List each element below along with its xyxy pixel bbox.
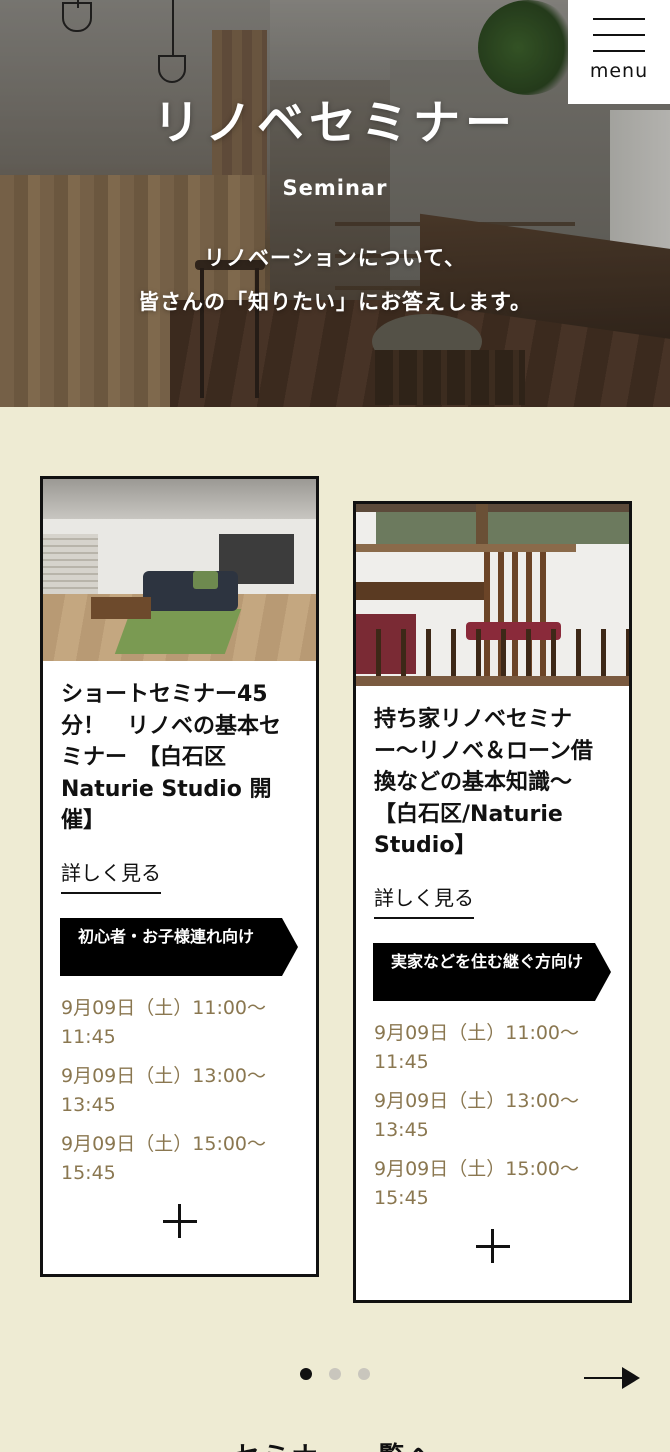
menu-label: menu — [589, 60, 649, 82]
audience-tag-label: 実家などを住む継ぐ方向け — [373, 942, 595, 1001]
seminar-card[interactable]: ショートセミナー45分！ リノベの基本セミナー 【白石区Naturie Stud… — [40, 476, 319, 1277]
hero-description-line: リノベーションについて、 — [204, 246, 466, 270]
arrow-right-icon[interactable] — [584, 1366, 640, 1390]
hamburger-icon — [593, 18, 645, 20]
pagination-dot-2[interactable] — [329, 1368, 341, 1380]
session-date[interactable]: 9月09日（土）11:00〜11:45 — [374, 1019, 629, 1077]
photo-beam — [356, 504, 629, 512]
plus-icon[interactable] — [475, 1228, 510, 1263]
audience-tag-label: 初心者・お子様連れ向け — [60, 917, 282, 976]
plus-icon[interactable] — [162, 1203, 197, 1238]
session-date[interactable]: 9月09日（土）11:00〜11:45 — [61, 994, 316, 1052]
seminar-card-title[interactable]: 持ち家リノベセミナー〜リノベ＆ローン借換などの基本知識〜【白石区/Naturie… — [356, 686, 629, 862]
session-date[interactable]: 9月09日（土）13:00〜13:45 — [374, 1087, 629, 1145]
menu-button[interactable]: menu — [568, 0, 670, 104]
seminar-card-title[interactable]: ショートセミナー45分！ リノベの基本セミナー 【白石区Naturie Stud… — [43, 661, 316, 837]
photo-sofa — [143, 571, 238, 611]
seminar-card-image[interactable] — [356, 504, 629, 686]
photo-floor — [356, 676, 629, 686]
hero-description: リノベーションについて、 皆さんの「知りたい」にお答えします。 — [0, 236, 670, 324]
session-date[interactable]: 9月09日（土）15:00〜15:45 — [61, 1130, 316, 1188]
session-dates: 9月09日（土）11:00〜11:45 9月09日（土）13:00〜13:45 … — [374, 1019, 629, 1213]
hamburger-icon-line — [593, 50, 645, 52]
photo-table — [356, 582, 486, 600]
hero-description-line: 皆さんの「知りたい」にお答えします。 — [138, 290, 532, 314]
photo-table — [91, 597, 151, 619]
seminar-card-image[interactable] — [43, 479, 316, 661]
page-subtitle: Seminar — [282, 176, 388, 200]
photo-ceiling — [43, 479, 316, 519]
photo-window — [43, 534, 98, 594]
pagination-dot-1[interactable] — [300, 1368, 312, 1380]
details-link[interactable]: 詳しく見る — [374, 882, 474, 919]
session-date[interactable]: 9月09日（土）15:00〜15:45 — [374, 1155, 629, 1213]
photo-pillar — [476, 504, 488, 549]
tag-arrow-icon — [595, 942, 611, 1001]
details-link[interactable]: 詳しく見る — [61, 857, 161, 894]
hamburger-icon-line — [593, 34, 645, 36]
audience-tag: 実家などを住む継ぐ方向け — [373, 942, 611, 1001]
arrow-head — [622, 1367, 640, 1389]
seminar-card[interactable]: 持ち家リノベセミナー〜リノベ＆ローン借換などの基本知識〜【白石区/Naturie… — [353, 501, 632, 1303]
pagination-dot-3[interactable] — [358, 1368, 370, 1380]
tag-arrow-icon — [282, 917, 298, 976]
seminar-list-link[interactable]: セミナー一覧へ — [0, 1436, 670, 1452]
photo-pillow — [193, 571, 218, 589]
session-dates: 9月09日（土）11:00〜11:45 9月09日（土）13:00〜13:45 … — [61, 994, 316, 1188]
photo-counter — [356, 544, 576, 552]
session-date[interactable]: 9月09日（土）13:00〜13:45 — [61, 1062, 316, 1120]
audience-tag: 初心者・お子様連れ向け — [60, 917, 298, 976]
